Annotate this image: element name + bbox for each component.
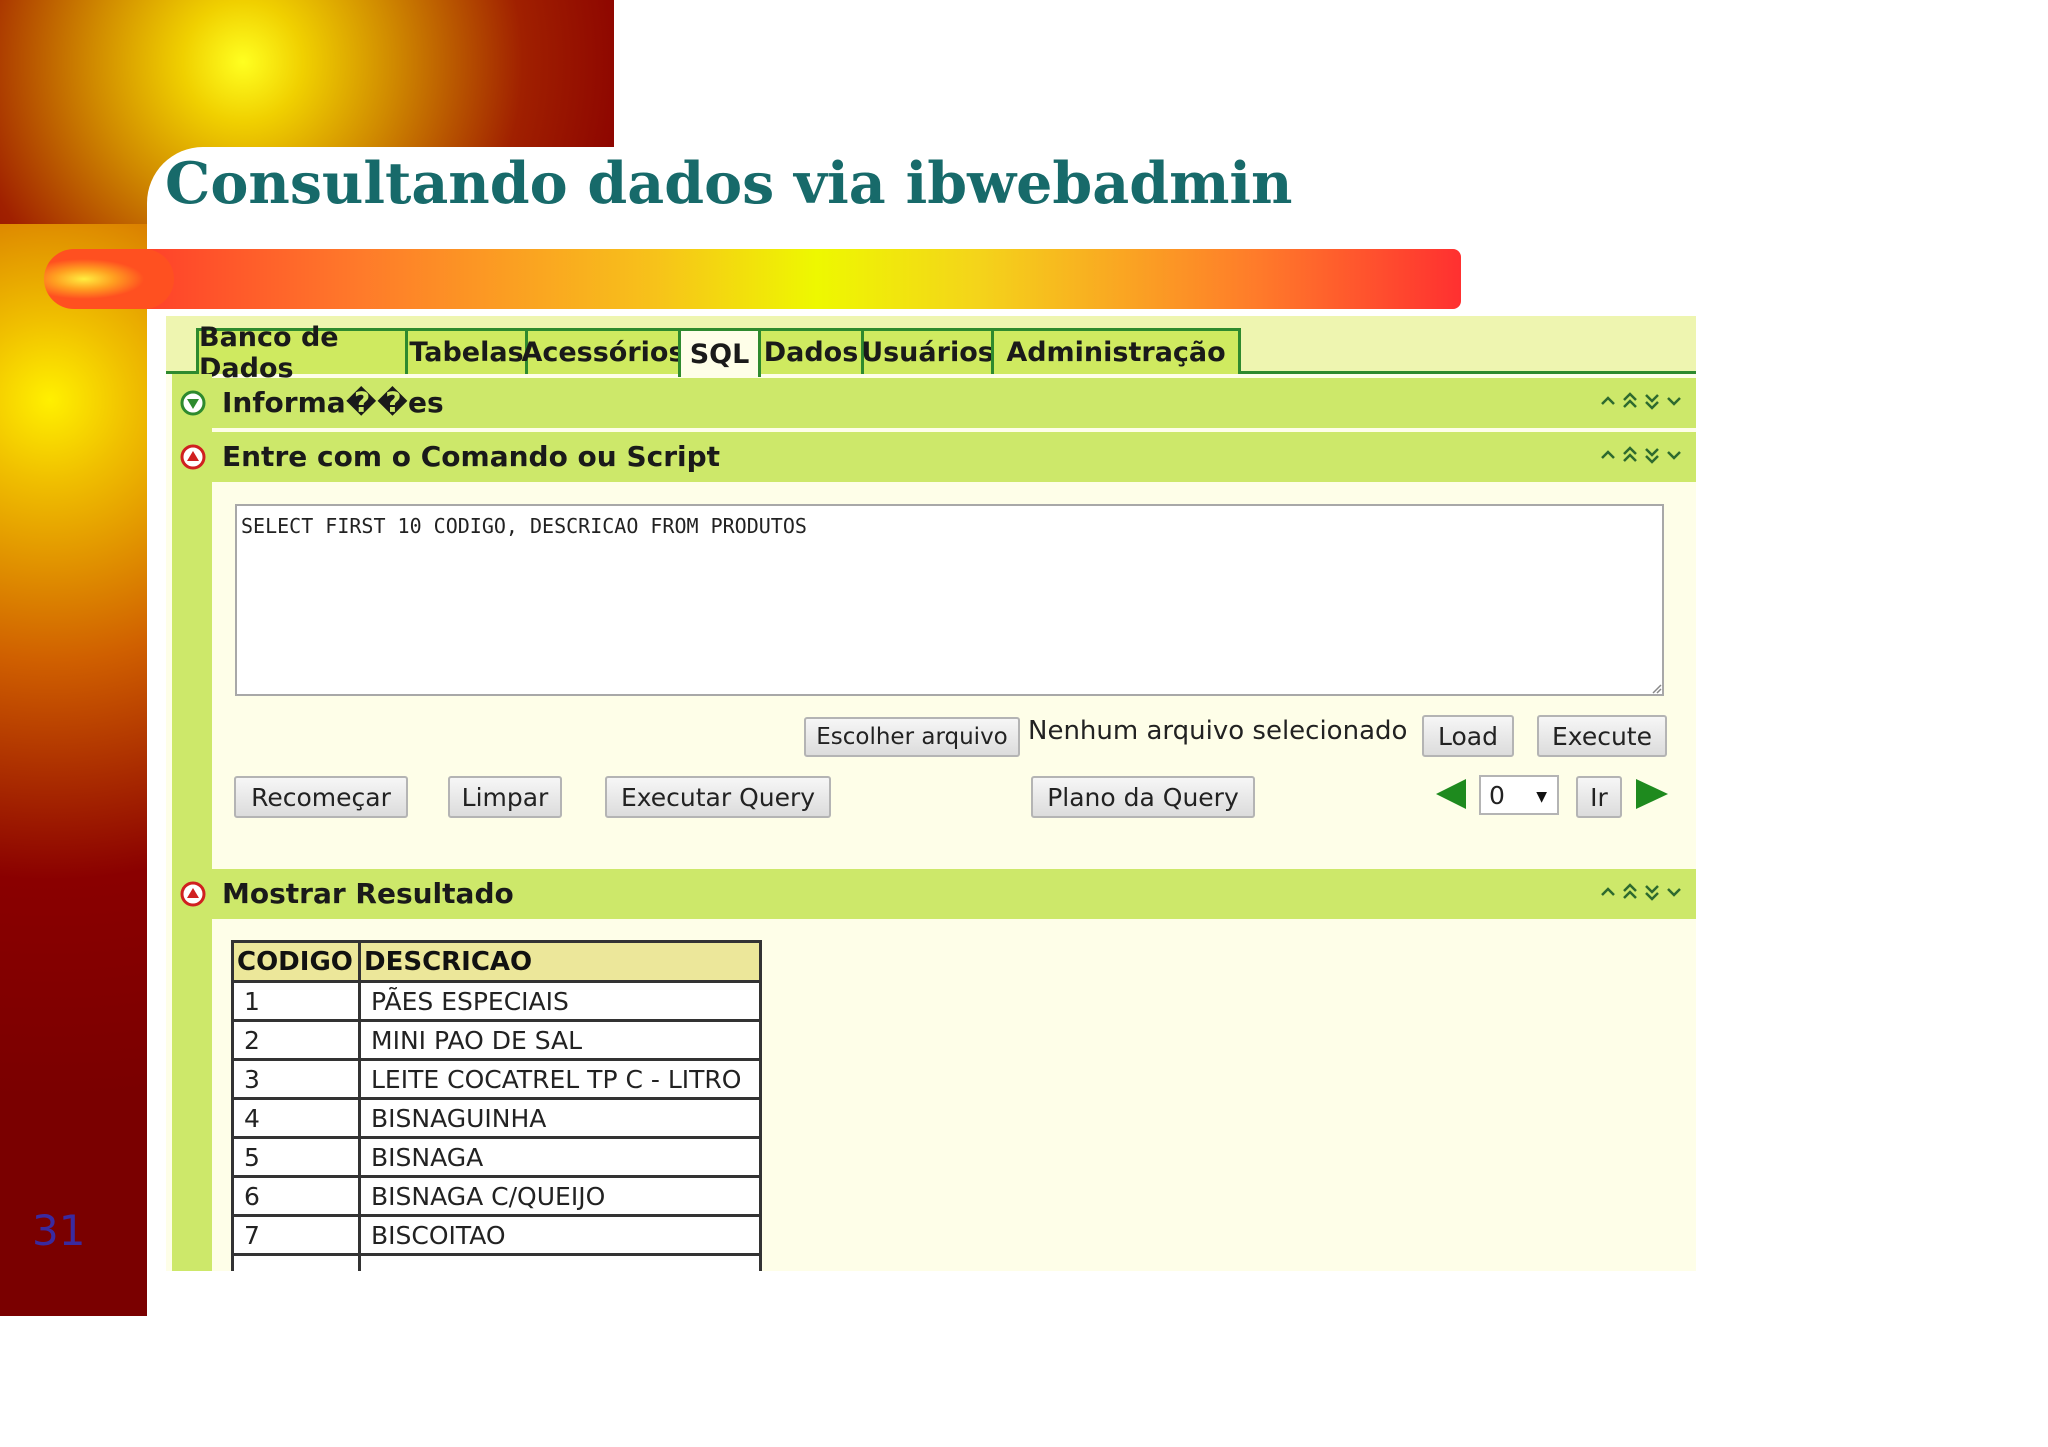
table-row: 4 BISNAGUINHA: [231, 1097, 762, 1139]
table-header-row: CODIGO DESCRICAO: [231, 940, 762, 983]
results-table: CODIGO DESCRICAO 1 PÃES ESPECIAIS 2 MINI…: [231, 940, 762, 1271]
cell-codigo: 7: [231, 1214, 361, 1256]
decorative-gradient-bar: [118, 249, 1461, 309]
table-row: 5 BISNAGA: [231, 1136, 762, 1178]
run-query-button[interactable]: Executar Query: [605, 776, 831, 818]
cell-descricao: BISCOITAO: [358, 1214, 762, 1256]
query-plan-button[interactable]: Plano da Query: [1031, 776, 1255, 818]
table-row-partial: [231, 1253, 762, 1271]
panel-move-controls: [1598, 879, 1686, 905]
move-up-icon[interactable]: [1598, 879, 1618, 905]
panel-move-controls: [1598, 442, 1686, 468]
column-header-codigo[interactable]: CODIGO: [231, 940, 361, 983]
table-row: 7 BISCOITAO: [231, 1214, 762, 1256]
table-row: 1 PÃES ESPECIAIS: [231, 980, 762, 1022]
cell-codigo: 5: [231, 1136, 361, 1178]
page-select-value: 0: [1489, 780, 1505, 810]
move-top-icon[interactable]: [1620, 879, 1640, 905]
panel-title-result: Mostrar Resultado: [222, 877, 514, 910]
resize-grip-icon[interactable]: [1650, 682, 1662, 694]
tab-administracao[interactable]: Administração: [991, 328, 1241, 374]
panel-header-info[interactable]: Informa��es: [172, 378, 1696, 428]
slide-bottom-margin: [0, 1316, 147, 1447]
cell-descricao: BISNAGA: [358, 1136, 762, 1178]
move-top-icon[interactable]: [1620, 388, 1640, 414]
panel-header-result[interactable]: Mostrar Resultado: [172, 869, 1696, 919]
restart-button[interactable]: Recomeçar: [234, 776, 408, 818]
cell-codigo-cut-off: [231, 1253, 361, 1271]
cell-descricao: PÃES ESPECIAIS: [358, 980, 762, 1022]
cell-descricao: BISNAGA C/QUEIJO: [358, 1175, 762, 1217]
panel-header-command[interactable]: Entre com o Comando ou Script: [172, 432, 1696, 482]
panel-move-controls: [1598, 388, 1686, 414]
move-bottom-icon[interactable]: [1642, 388, 1662, 414]
choose-file-button[interactable]: Escolher arquivo: [804, 717, 1020, 757]
table-row: 6 BISNAGA C/QUEIJO: [231, 1175, 762, 1217]
tab-banco-de-dados[interactable]: Banco de Dados: [196, 322, 408, 384]
panel-title-command: Entre com o Comando ou Script: [222, 440, 721, 473]
cell-codigo: 1: [231, 980, 361, 1022]
page-select[interactable]: 0 ▼: [1479, 775, 1559, 815]
move-top-icon[interactable]: [1620, 442, 1640, 468]
cell-codigo: 4: [231, 1097, 361, 1139]
chevron-down-icon: ▼: [1536, 789, 1547, 805]
cell-descricao: LEITE COCATREL TP C - LITRO: [358, 1058, 762, 1100]
move-down-icon[interactable]: [1664, 388, 1684, 414]
execute-button[interactable]: Execute: [1537, 715, 1667, 757]
go-button[interactable]: Ir: [1576, 776, 1622, 818]
left-panel-strip: [172, 374, 212, 1271]
cell-codigo: 6: [231, 1175, 361, 1217]
clear-button[interactable]: Limpar: [448, 776, 562, 818]
collapse-down-icon[interactable]: [180, 390, 206, 416]
table-row: 2 MINI PAO DE SAL: [231, 1019, 762, 1061]
sql-command-textarea[interactable]: [235, 504, 1664, 696]
cell-descricao: BISNAGUINHA: [358, 1097, 762, 1139]
next-page-arrow-icon[interactable]: [1632, 775, 1672, 815]
load-button[interactable]: Load: [1422, 715, 1514, 757]
file-status-text: Nenhum arquivo selecionado: [1028, 716, 1408, 746]
tab-dados[interactable]: Dados: [758, 328, 864, 374]
table-row: 3 LEITE COCATREL TP C - LITRO: [231, 1058, 762, 1100]
move-bottom-icon[interactable]: [1642, 879, 1662, 905]
cell-codigo: 3: [231, 1058, 361, 1100]
decorative-bar-bulb: [44, 249, 174, 309]
move-bottom-icon[interactable]: [1642, 442, 1662, 468]
move-up-icon[interactable]: [1598, 442, 1618, 468]
column-header-descricao[interactable]: DESCRICAO: [358, 940, 762, 983]
move-down-icon[interactable]: [1664, 442, 1684, 468]
collapse-up-icon[interactable]: [180, 881, 206, 907]
tab-acessorios[interactable]: Acessórios: [521, 328, 685, 374]
cell-codigo: 2: [231, 1019, 361, 1061]
cell-descricao-cut-off: [358, 1253, 762, 1271]
panel-title-info: Informa��es: [222, 386, 444, 419]
tab-sql[interactable]: SQL: [678, 328, 761, 377]
collapse-up-icon[interactable]: [180, 444, 206, 470]
cell-descricao: MINI PAO DE SAL: [358, 1019, 762, 1061]
ibwebadmin-window: Banco de Dados Tabelas Acessórios SQL Da…: [166, 316, 1696, 1271]
previous-page-arrow-icon[interactable]: [1432, 775, 1472, 815]
tab-bar: Banco de Dados Tabelas Acessórios SQL Da…: [166, 316, 1696, 384]
slide-page-number: 31: [32, 1206, 86, 1255]
tab-usuarios[interactable]: Usuários: [861, 328, 994, 374]
slide-title: Consultando dados via ibwebadmin: [165, 150, 1293, 217]
tab-tabelas[interactable]: Tabelas: [405, 328, 528, 374]
move-down-icon[interactable]: [1664, 879, 1684, 905]
move-up-icon[interactable]: [1598, 388, 1618, 414]
